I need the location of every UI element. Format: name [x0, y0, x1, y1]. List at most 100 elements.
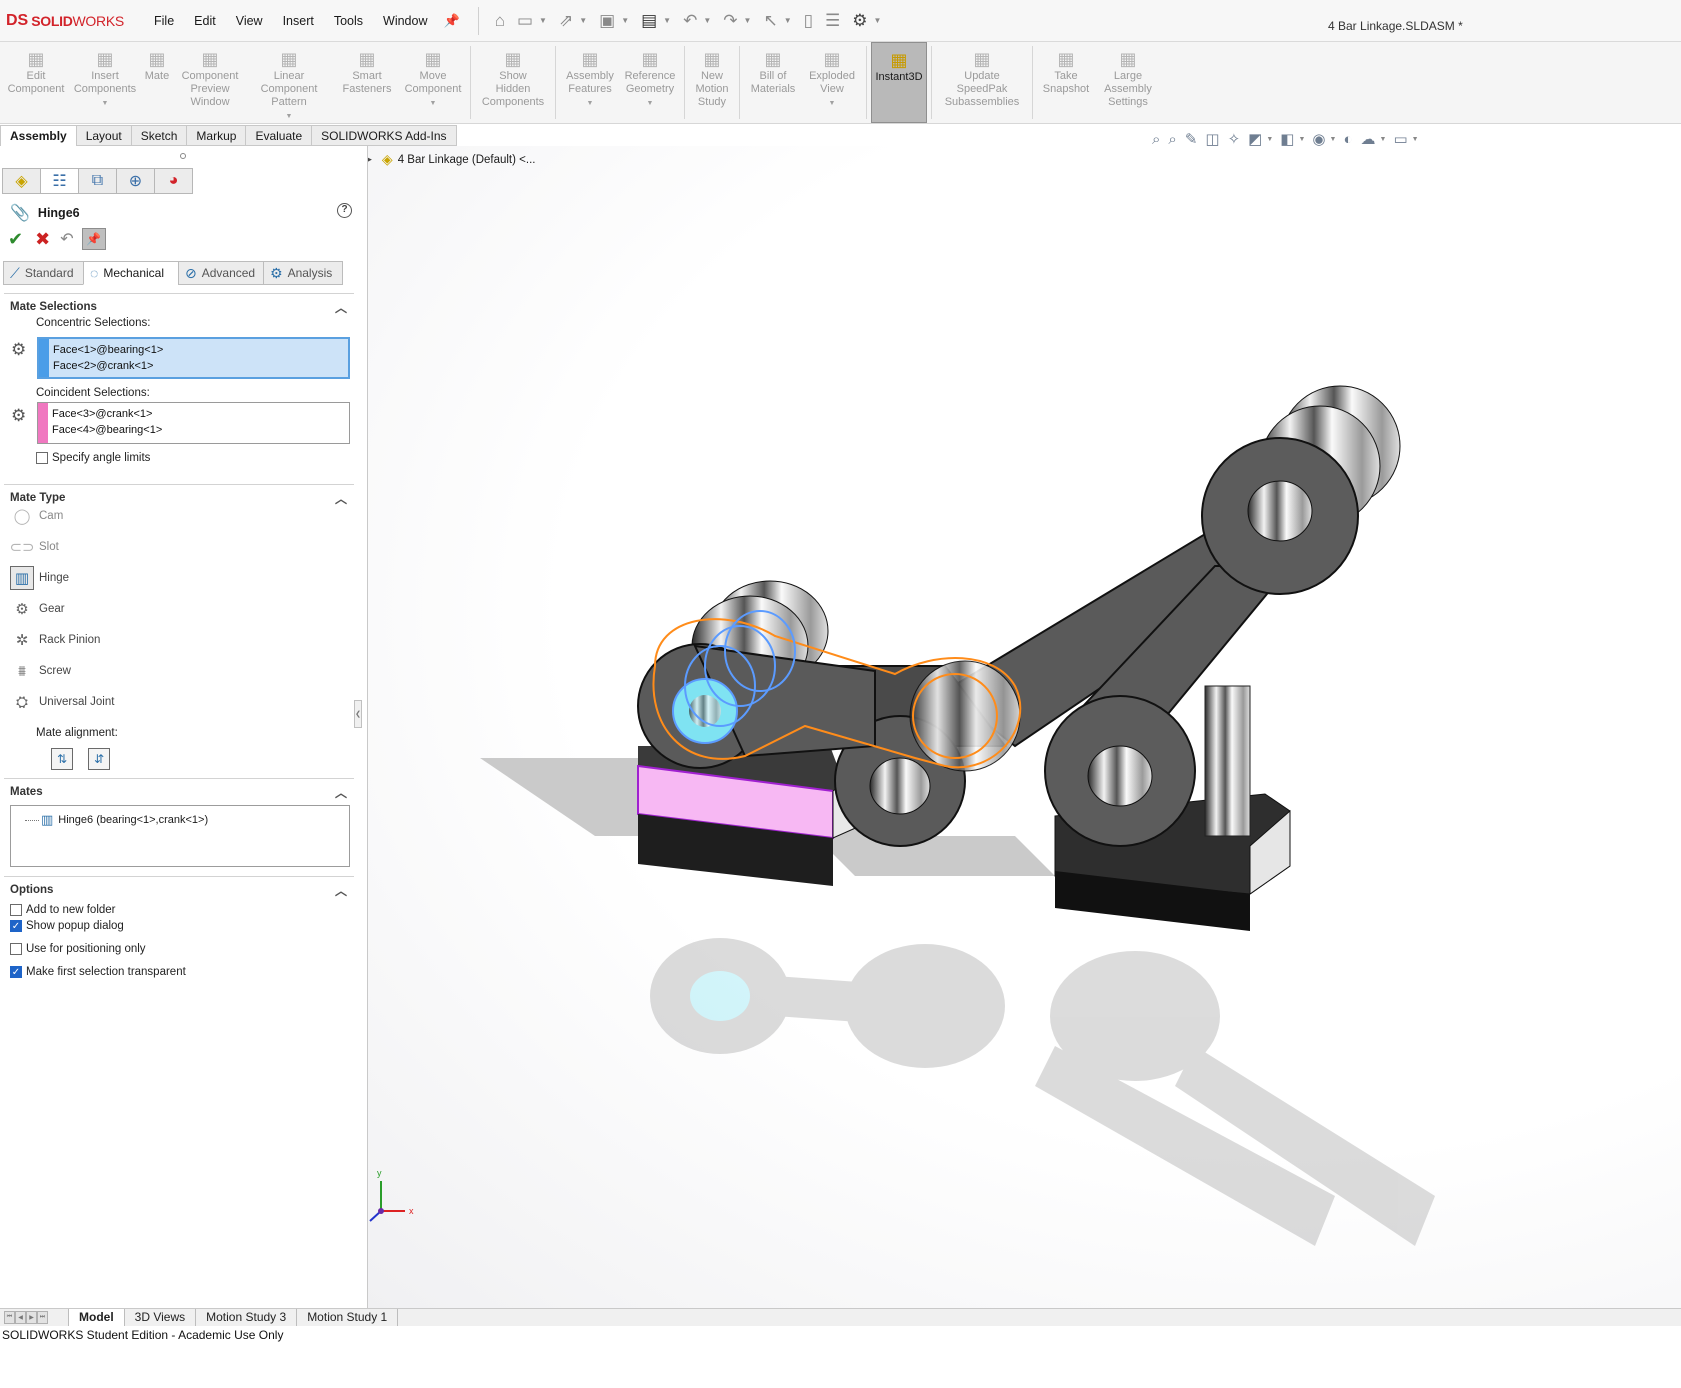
dropdown-arrow-icon[interactable]: ▼: [102, 97, 109, 110]
coincident-selection-1[interactable]: Face<3>@crank<1>: [52, 406, 162, 422]
collapse-chevron-icon[interactable]: ︿: [335, 882, 347, 899]
concentric-selection-1[interactable]: Face<1>@bearing<1>: [53, 342, 163, 358]
tab-3d-views[interactable]: 3D Views: [125, 1309, 197, 1326]
tab-sketch[interactable]: Sketch: [131, 125, 188, 146]
configuration-manager-tab-icon[interactable]: ⧉: [78, 168, 117, 194]
menu-window[interactable]: Window: [373, 14, 437, 28]
show-popup-dialog-checkbox[interactable]: ✓ Show popup dialog: [10, 920, 124, 932]
cmd-large-assembly-button[interactable]: ▦ Large Assembly Settings: [1095, 42, 1161, 123]
first-tab-icon[interactable]: ⏮: [4, 1311, 15, 1324]
ok-check-icon[interactable]: ✔: [8, 229, 23, 250]
menu-view[interactable]: View: [226, 14, 273, 28]
property-manager-tab-icon[interactable]: ☷: [40, 168, 79, 194]
print-icon[interactable]: ▤: [641, 11, 657, 31]
new-document-icon[interactable]: ▭: [517, 11, 533, 31]
options-header[interactable]: Options ︿: [0, 880, 355, 900]
undo-dropdown-icon[interactable]: ▼: [703, 16, 711, 25]
collapse-chevron-icon[interactable]: ︿: [335, 784, 347, 801]
tab-layout[interactable]: Layout: [76, 125, 132, 146]
redo-icon[interactable]: ↷: [723, 11, 737, 31]
file-properties-icon[interactable]: ☰: [825, 11, 840, 31]
keep-visible-pushpin-icon[interactable]: 📌: [81, 228, 106, 250]
concentric-selection-2[interactable]: Face<2>@crank<1>: [53, 358, 163, 374]
collapse-chevron-icon[interactable]: ︿: [335, 490, 347, 507]
view-settings-dropdown-icon[interactable]: ▼: [1412, 136, 1419, 143]
panel-collapse-handle[interactable]: ❮: [354, 700, 362, 728]
view-orientation-dropdown-icon[interactable]: ▼: [1266, 136, 1273, 143]
cmd-show-hidden-button[interactable]: ▦ Show Hidden Components: [475, 42, 551, 123]
options-dropdown-icon[interactable]: ▼: [873, 16, 881, 25]
print-dropdown-icon[interactable]: ▼: [663, 16, 671, 25]
solidworks-logo[interactable]: DS SOLIDWORKS: [6, 12, 136, 30]
coincident-selections-box[interactable]: Face<3>@crank<1> Face<4>@bearing<1>: [37, 402, 350, 444]
dropdown-arrow-icon[interactable]: ▼: [587, 97, 594, 110]
list-item[interactable]: ▥ Hinge6 (bearing<1>,crank<1>): [25, 812, 208, 828]
rebuild-icon[interactable]: ▯: [804, 11, 813, 31]
mate-type-rack-pinion[interactable]: ✲ Rack Pinion: [10, 628, 101, 652]
display-manager-tab-icon[interactable]: ◕: [154, 168, 193, 194]
pin-menu-icon[interactable]: 📌: [444, 13, 460, 29]
mate-type-slot[interactable]: ⊂⊃ Slot: [9, 535, 58, 559]
checkbox-unchecked[interactable]: [36, 452, 48, 464]
cmd-mate-button[interactable]: ▦ Mate: [138, 42, 176, 123]
cmd-motion-study-button[interactable]: ▦ New Motion Study: [689, 42, 735, 123]
open-icon[interactable]: ⇗: [559, 11, 573, 31]
coincident-selection-2[interactable]: Face<4>@bearing<1>: [52, 422, 162, 438]
help-icon[interactable]: ?: [337, 203, 352, 218]
add-to-new-folder-checkbox[interactable]: Add to new folder: [10, 904, 116, 916]
bearing-base-left[interactable]: [637, 746, 861, 886]
hide-show-dropdown-icon[interactable]: ▼: [1330, 136, 1337, 143]
concentric-selections-box[interactable]: Face<1>@bearing<1> Face<2>@crank<1>: [37, 337, 350, 379]
anti-aligned-button-icon[interactable]: ⇵: [88, 748, 110, 770]
cmd-assembly-features-button[interactable]: ▦ Assembly Features ▼: [560, 42, 620, 123]
tab-evaluate[interactable]: Evaluate: [246, 125, 313, 146]
cmd-smart-fasteners-button[interactable]: ▦ Smart Fasteners: [334, 42, 400, 123]
tab-motion-study-3[interactable]: Motion Study 3: [196, 1309, 298, 1326]
tab-markup[interactable]: Markup: [187, 125, 247, 146]
open-dropdown-icon[interactable]: ▼: [579, 16, 587, 25]
cmd-exploded-view-button[interactable]: ▦ Exploded View ▼: [802, 42, 862, 123]
feature-manager-tab-icon[interactable]: ◈: [2, 168, 41, 194]
panel-splitter-handle[interactable]: [180, 153, 186, 159]
options-gear-icon[interactable]: ⚙: [852, 11, 867, 31]
assembly-root-name[interactable]: 4 Bar Linkage (Default) <...: [398, 154, 536, 166]
zoom-to-fit-icon[interactable]: ⌕: [1152, 131, 1160, 148]
redo-dropdown-icon[interactable]: ▼: [744, 16, 752, 25]
mate-type-hinge[interactable]: ▥ Hinge: [10, 566, 69, 590]
specify-angle-limits-checkbox[interactable]: Specify angle limits: [36, 452, 150, 464]
display-style-dropdown-icon[interactable]: ▼: [1298, 136, 1305, 143]
save-icon[interactable]: ▣: [599, 11, 615, 31]
tab-assembly[interactable]: Assembly: [0, 125, 77, 146]
cmd-instant3d-button[interactable]: ▦ Instant3D: [871, 42, 927, 123]
cmd-speedpak-button[interactable]: ▦ Update SpeedPak Subassemblies: [936, 42, 1028, 123]
menu-file[interactable]: File: [144, 14, 184, 28]
save-dropdown-icon[interactable]: ▼: [621, 16, 629, 25]
tab-analysis[interactable]: ⚙ Analysis: [263, 261, 343, 285]
dropdown-arrow-icon[interactable]: ▼: [430, 97, 437, 110]
dropdown-arrow-icon[interactable]: ▼: [647, 97, 654, 110]
cmd-reference-geometry-button[interactable]: ▦ Reference Geometry ▼: [620, 42, 680, 123]
cmd-linear-pattern-button[interactable]: ▦ Linear Component Pattern ▼: [244, 42, 334, 123]
feature-tree-flyout[interactable]: ▶ ◈ 4 Bar Linkage (Default) <...: [365, 151, 535, 168]
cmd-bom-button[interactable]: ▦ Bill of Materials: [744, 42, 802, 123]
undo-arrow-icon[interactable]: ↶: [60, 229, 73, 249]
prev-tab-icon[interactable]: ◀: [15, 1311, 26, 1324]
assembly-model-view[interactable]: y x: [355, 146, 1681, 1308]
collapse-chevron-icon[interactable]: ︿: [335, 299, 347, 316]
make-first-selection-transparent-checkbox[interactable]: ✓ Make first selection transparent: [10, 966, 186, 978]
cmd-preview-window-button[interactable]: ▦ Component Preview Window: [176, 42, 244, 123]
dropdown-arrow-icon[interactable]: ▼: [829, 97, 836, 110]
graphics-area[interactable]: y x: [355, 146, 1681, 1308]
select-dropdown-icon[interactable]: ▼: [784, 16, 792, 25]
edit-appearance-icon[interactable]: ◐: [1343, 131, 1352, 148]
dropdown-arrow-icon[interactable]: ▼: [286, 110, 293, 123]
mate-type-cam[interactable]: ◯ Cam: [10, 504, 64, 528]
tab-advanced[interactable]: ⊘ Advanced: [178, 261, 264, 285]
cmd-snapshot-button[interactable]: ▦ Take Snapshot: [1037, 42, 1095, 123]
mates-header[interactable]: Mates ︿: [0, 782, 355, 802]
rocker-link[interactable]: [943, 437, 1359, 847]
mates-list[interactable]: ▥ Hinge6 (bearing<1>,crank<1>): [10, 805, 350, 867]
new-dropdown-icon[interactable]: ▼: [539, 16, 547, 25]
tab-motion-study-1[interactable]: Motion Study 1: [297, 1309, 399, 1326]
tab-model[interactable]: Model: [68, 1309, 125, 1326]
